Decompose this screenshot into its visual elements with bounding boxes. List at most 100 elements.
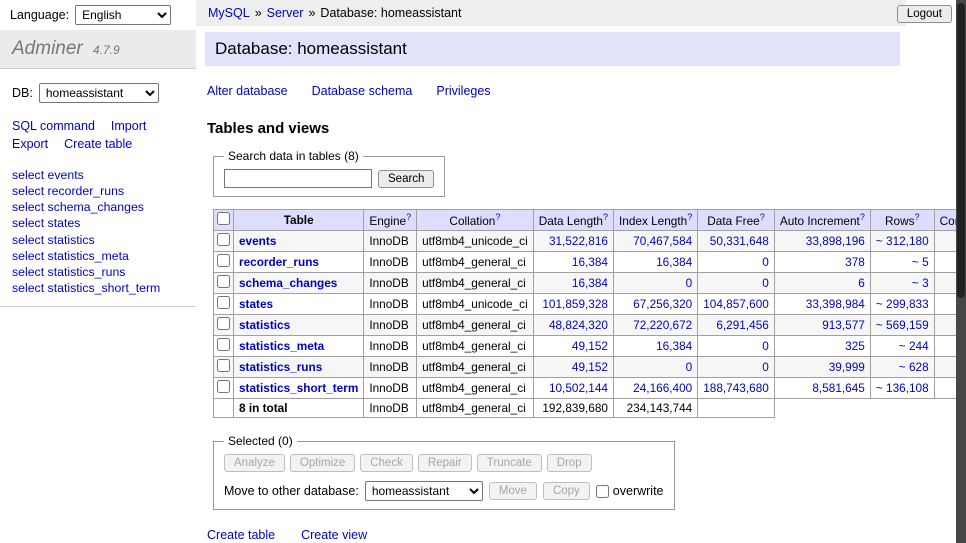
sidebar-action-sql-command[interactable]: SQL command [12,119,95,133]
help-link-data-length[interactable]: ? [603,212,608,222]
repair-button[interactable]: Repair [418,454,472,472]
table-name-link-events[interactable]: events [239,234,276,248]
data-length-link[interactable]: 101,859,328 [542,297,608,311]
analyze-button[interactable]: Analyze [224,454,285,472]
help-link-index-length[interactable]: ? [687,212,692,222]
data-free-link[interactable]: 50,331,648 [710,234,769,248]
help-link-rows[interactable]: ? [914,212,919,222]
rows-link[interactable]: ~ 3 [912,276,929,290]
table-name-link-statistics-runs[interactable]: statistics_runs [239,360,322,374]
sidebar-table-link-select-states[interactable]: select states [0,215,196,231]
row-checkbox-statistics-runs[interactable] [217,359,230,372]
data-free-link[interactable]: 188,743,680 [703,381,769,395]
table-name-link-schema-changes[interactable]: schema_changes [239,276,337,290]
row-checkbox-states[interactable] [217,296,230,309]
auto-increment-link[interactable]: 325 [845,339,865,353]
data-length-link[interactable]: 49,152 [572,339,608,353]
data-length-link[interactable]: 48,824,320 [549,318,608,332]
db-select[interactable]: homeassistant [39,83,159,103]
sidebar-table-link-select-statistics-meta[interactable]: select statistics_meta [0,248,196,264]
help-link-collation[interactable]: ? [495,212,500,222]
data-free-link[interactable]: 6,291,456 [716,318,768,332]
select-all-checkbox[interactable] [217,212,230,225]
data-length-link[interactable]: 16,384 [572,276,608,290]
move-db-select[interactable]: homeassistant [365,481,483,501]
link-create-table[interactable]: Create table [207,528,275,542]
data-free-link[interactable]: 0 [762,360,769,374]
optimize-button[interactable]: Optimize [290,454,355,472]
data-free-link[interactable]: 0 [762,276,769,290]
nav-link-privileges[interactable]: Privileges [436,84,490,98]
help-link-data-free[interactable]: ? [760,212,765,222]
table-name-link-statistics-meta[interactable]: statistics_meta [239,339,324,353]
table-name-link-states[interactable]: states [239,297,273,311]
data-free-link[interactable]: 0 [762,339,769,353]
auto-increment-link[interactable]: 8,581,645 [812,381,864,395]
help-link-engine[interactable]: ? [406,212,411,222]
row-checkbox-statistics[interactable] [217,317,230,330]
truncate-button[interactable]: Truncate [477,454,542,472]
auto-increment-link[interactable]: 378 [845,255,865,269]
scrollbar[interactable] [956,0,966,543]
row-checkbox-recorder-runs[interactable] [217,254,230,267]
overwrite-checkbox[interactable] [596,485,609,498]
index-length-link[interactable]: 16,384 [656,255,692,269]
search-button[interactable]: Search [378,170,434,188]
nav-link-alter-database[interactable]: Alter database [207,84,288,98]
drop-button[interactable]: Drop [547,454,592,472]
row-checkbox-statistics-short-term[interactable] [217,380,230,393]
index-length-link[interactable]: 70,467,584 [633,234,692,248]
auto-increment-link[interactable]: 913,577 [822,318,865,332]
row-checkbox-events[interactable] [217,233,230,246]
logout-button[interactable]: Logout [897,5,952,23]
sidebar-table-link-select-statistics[interactable]: select statistics [0,232,196,248]
data-length-link[interactable]: 49,152 [572,360,608,374]
row-checkbox-schema-changes[interactable] [217,275,230,288]
sidebar-action-import[interactable]: Import [111,119,146,133]
sidebar-table-link-select-statistics-short-term[interactable]: select statistics_short_term [0,280,196,296]
sidebar-action-create-table[interactable]: Create table [64,137,132,151]
auto-increment-link[interactable]: 6 [858,276,865,290]
scrollbar-thumb[interactable] [957,3,965,298]
data-length-link[interactable]: 16,384 [572,255,608,269]
breadcrumb-link-server[interactable]: Server [267,6,304,20]
copy-button[interactable]: Copy [543,482,590,500]
row-checkbox-statistics-meta[interactable] [217,338,230,351]
breadcrumb-link-mysql[interactable]: MySQL [208,6,250,20]
help-link-auto-increment[interactable]: ? [860,212,865,222]
check-button[interactable]: Check [360,454,413,472]
table-name-link-statistics[interactable]: statistics [239,318,290,332]
rows-link[interactable]: ~ 5 [912,255,929,269]
table-name-link-statistics-short-term[interactable]: statistics_short_term [239,381,358,395]
index-length-link[interactable]: 0 [686,276,693,290]
index-length-link[interactable]: 0 [686,360,693,374]
data-length-link[interactable]: 10,502,144 [549,381,608,395]
auto-increment-link[interactable]: 39,999 [829,360,865,374]
rows-link[interactable]: ~ 312,180 [876,234,929,248]
data-free-link[interactable]: 0 [762,255,769,269]
index-length-link[interactable]: 16,384 [656,339,692,353]
data-length-link[interactable]: 31,522,816 [549,234,608,248]
data-free-link[interactable]: 104,857,600 [703,297,769,311]
auto-increment-link[interactable]: 33,398,984 [806,297,865,311]
nav-link-database-schema[interactable]: Database schema [312,84,413,98]
sidebar-table-link-select-recorder-runs[interactable]: select recorder_runs [0,183,196,199]
sidebar-action-export[interactable]: Export [12,137,48,151]
search-input[interactable] [224,169,372,188]
table-name-link-recorder-runs[interactable]: recorder_runs [239,255,319,269]
index-length-link[interactable]: 24,166,400 [633,381,692,395]
move-button[interactable]: Move [489,482,537,500]
auto-increment-link[interactable]: 33,898,196 [806,234,865,248]
sidebar-table-link-select-schema-changes[interactable]: select schema_changes [0,199,196,215]
language-select[interactable]: English [75,5,171,25]
rows-link[interactable]: ~ 136,108 [876,381,929,395]
index-length-link[interactable]: 72,220,672 [633,318,692,332]
sidebar-table-link-select-statistics-runs[interactable]: select statistics_runs [0,264,196,280]
rows-link[interactable]: ~ 244 [899,339,929,353]
index-length-link[interactable]: 67,256,320 [633,297,692,311]
rows-link[interactable]: ~ 569,159 [876,318,929,332]
sidebar-table-link-select-events[interactable]: select events [0,167,196,183]
rows-link[interactable]: ~ 299,833 [876,297,929,311]
link-create-view[interactable]: Create view [301,528,367,542]
rows-link[interactable]: ~ 628 [899,360,929,374]
